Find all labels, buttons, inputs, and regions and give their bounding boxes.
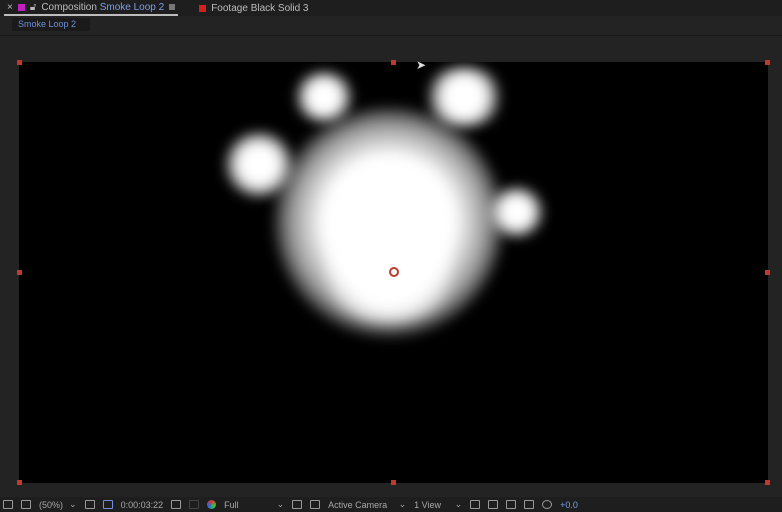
mouse-cursor-icon: ➤ bbox=[416, 58, 427, 72]
monitor-icon[interactable] bbox=[21, 500, 31, 509]
tab-label: Footage Black Solid 3 bbox=[211, 3, 308, 14]
resolution-value: Full bbox=[224, 499, 239, 510]
timeline-icon[interactable] bbox=[506, 500, 517, 509]
lock-icon[interactable]: 🔓︎ bbox=[30, 2, 36, 13]
divider bbox=[0, 35, 782, 36]
smoke bbox=[224, 132, 294, 197]
smoke bbox=[294, 72, 354, 122]
fast-previews-icon[interactable] bbox=[488, 500, 499, 509]
show-snapshot-icon[interactable] bbox=[189, 500, 200, 509]
chevron-down-icon: ⌄ bbox=[276, 499, 285, 509]
exposure-reset-icon[interactable] bbox=[542, 500, 553, 509]
transparency-grid-icon[interactable] bbox=[310, 500, 321, 509]
composition-subtab[interactable]: Smoke Loop 2 bbox=[12, 18, 90, 31]
camera-value: Active Camera bbox=[328, 499, 388, 510]
tab-name: Black Solid 3 bbox=[250, 2, 309, 14]
view-layout-dropdown[interactable]: 1 View ⌄ bbox=[414, 499, 462, 510]
exposure-value[interactable]: +0.0 bbox=[560, 500, 578, 510]
close-icon[interactable]: × bbox=[7, 2, 13, 13]
chevron-down-icon: ⌄ bbox=[398, 499, 407, 509]
tab-label: Composition Smoke Loop 2 bbox=[41, 2, 164, 13]
layer-handle[interactable] bbox=[765, 270, 770, 275]
zoom-value: (50%) bbox=[39, 499, 64, 510]
mask-visibility-icon[interactable] bbox=[102, 500, 113, 509]
smoke bbox=[424, 67, 504, 127]
tab-composition[interactable]: × 🔓︎ Composition Smoke Loop 2 bbox=[4, 0, 179, 16]
anchor-point-icon[interactable] bbox=[389, 267, 399, 277]
resolution-dropdown[interactable]: Full ⌄ bbox=[224, 499, 284, 510]
layer-handle[interactable] bbox=[765, 480, 770, 485]
color-channels-icon[interactable] bbox=[207, 500, 217, 509]
layer-handle[interactable] bbox=[391, 480, 396, 485]
camera-snapshot-icon[interactable] bbox=[171, 500, 182, 509]
smoke bbox=[319, 212, 459, 322]
chevron-down-icon: ⌄ bbox=[69, 499, 77, 509]
layer-handle[interactable] bbox=[391, 60, 396, 65]
region-of-interest-icon[interactable] bbox=[292, 500, 303, 509]
toggle-pixel-aspect-icon[interactable] bbox=[470, 500, 481, 509]
layer-handle[interactable] bbox=[765, 60, 770, 65]
grid-guides-icon[interactable] bbox=[84, 500, 95, 509]
composition-viewer[interactable] bbox=[19, 62, 768, 483]
layer-handle[interactable] bbox=[17, 270, 22, 275]
smoke bbox=[489, 187, 544, 237]
tab-type: Footage bbox=[211, 2, 248, 14]
tab-type: Composition bbox=[41, 1, 97, 13]
camera-view-dropdown[interactable]: Active Camera ⌄ bbox=[328, 499, 406, 510]
chevron-down-icon: ⌄ bbox=[454, 499, 463, 509]
tab-footage[interactable]: Footage Black Solid 3 bbox=[196, 0, 311, 16]
viewer-toolbar: (50%) ⌄ 0:00:03:22 Full ⌄ Active Camera ⌄ 1… bbox=[0, 497, 782, 512]
tab-name: Smoke Loop 2 bbox=[99, 1, 165, 13]
panel-tab-bar: × 🔓︎ Composition Smoke Loop 2 Footage Bl… bbox=[0, 0, 782, 16]
views-value: 1 View bbox=[414, 499, 441, 510]
layer-handle[interactable] bbox=[17, 480, 22, 485]
label-color-swatch bbox=[17, 3, 25, 11]
always-preview-icon[interactable] bbox=[3, 500, 13, 509]
menu-icon[interactable] bbox=[169, 4, 176, 10]
current-time[interactable]: 0:00:03:22 bbox=[121, 500, 164, 510]
magnification-dropdown[interactable]: (50%) ⌄ bbox=[39, 499, 77, 510]
label-color-swatch bbox=[199, 4, 207, 12]
layer-handle[interactable] bbox=[17, 60, 22, 65]
flowchart-icon[interactable] bbox=[524, 500, 535, 509]
